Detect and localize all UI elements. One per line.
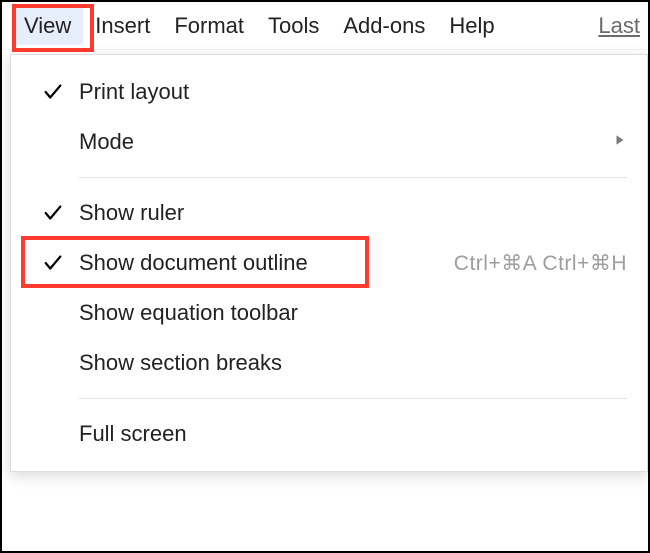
menuitem-shortcut: Ctrl+⌘A Ctrl+⌘H [454, 251, 627, 276]
menu-separator [79, 177, 627, 178]
menu-insert[interactable]: Insert [83, 7, 162, 45]
menuitem-label: Mode [79, 129, 134, 155]
submenu-arrow-icon [613, 133, 627, 152]
menuitem-label: Show ruler [79, 200, 184, 226]
menu-separator [79, 398, 627, 399]
menu-addons[interactable]: Add-ons [331, 7, 437, 45]
menuitem-label: Show equation toolbar [79, 300, 298, 326]
menu-last-edit[interactable]: Last [586, 7, 640, 45]
view-dropdown: Print layout Mode Show ruler Show docume… [10, 54, 648, 472]
check-icon [27, 252, 79, 274]
menuitem-full-screen[interactable]: Full screen [11, 409, 647, 459]
check-icon [27, 81, 79, 103]
menu-format[interactable]: Format [162, 7, 256, 45]
menuitem-mode[interactable]: Mode [11, 117, 647, 167]
menuitem-print-layout[interactable]: Print layout [11, 67, 647, 117]
menuitem-show-ruler[interactable]: Show ruler [11, 188, 647, 238]
menuitem-show-equation-toolbar[interactable]: Show equation toolbar [11, 288, 647, 338]
menuitem-label: Show document outline [79, 250, 308, 276]
menuitem-show-document-outline[interactable]: Show document outline Ctrl+⌘A Ctrl+⌘H [11, 238, 647, 288]
menubar: View Insert Format Tools Add-ons Help La… [2, 2, 648, 50]
menu-view[interactable]: View [12, 7, 83, 45]
menuitem-show-section-breaks[interactable]: Show section breaks [11, 338, 647, 388]
menuitem-label: Full screen [79, 421, 187, 447]
menu-help[interactable]: Help [437, 7, 506, 45]
menuitem-label: Print layout [79, 79, 189, 105]
menuitem-label: Show section breaks [79, 350, 282, 376]
menu-tools[interactable]: Tools [256, 7, 331, 45]
check-icon [27, 202, 79, 224]
